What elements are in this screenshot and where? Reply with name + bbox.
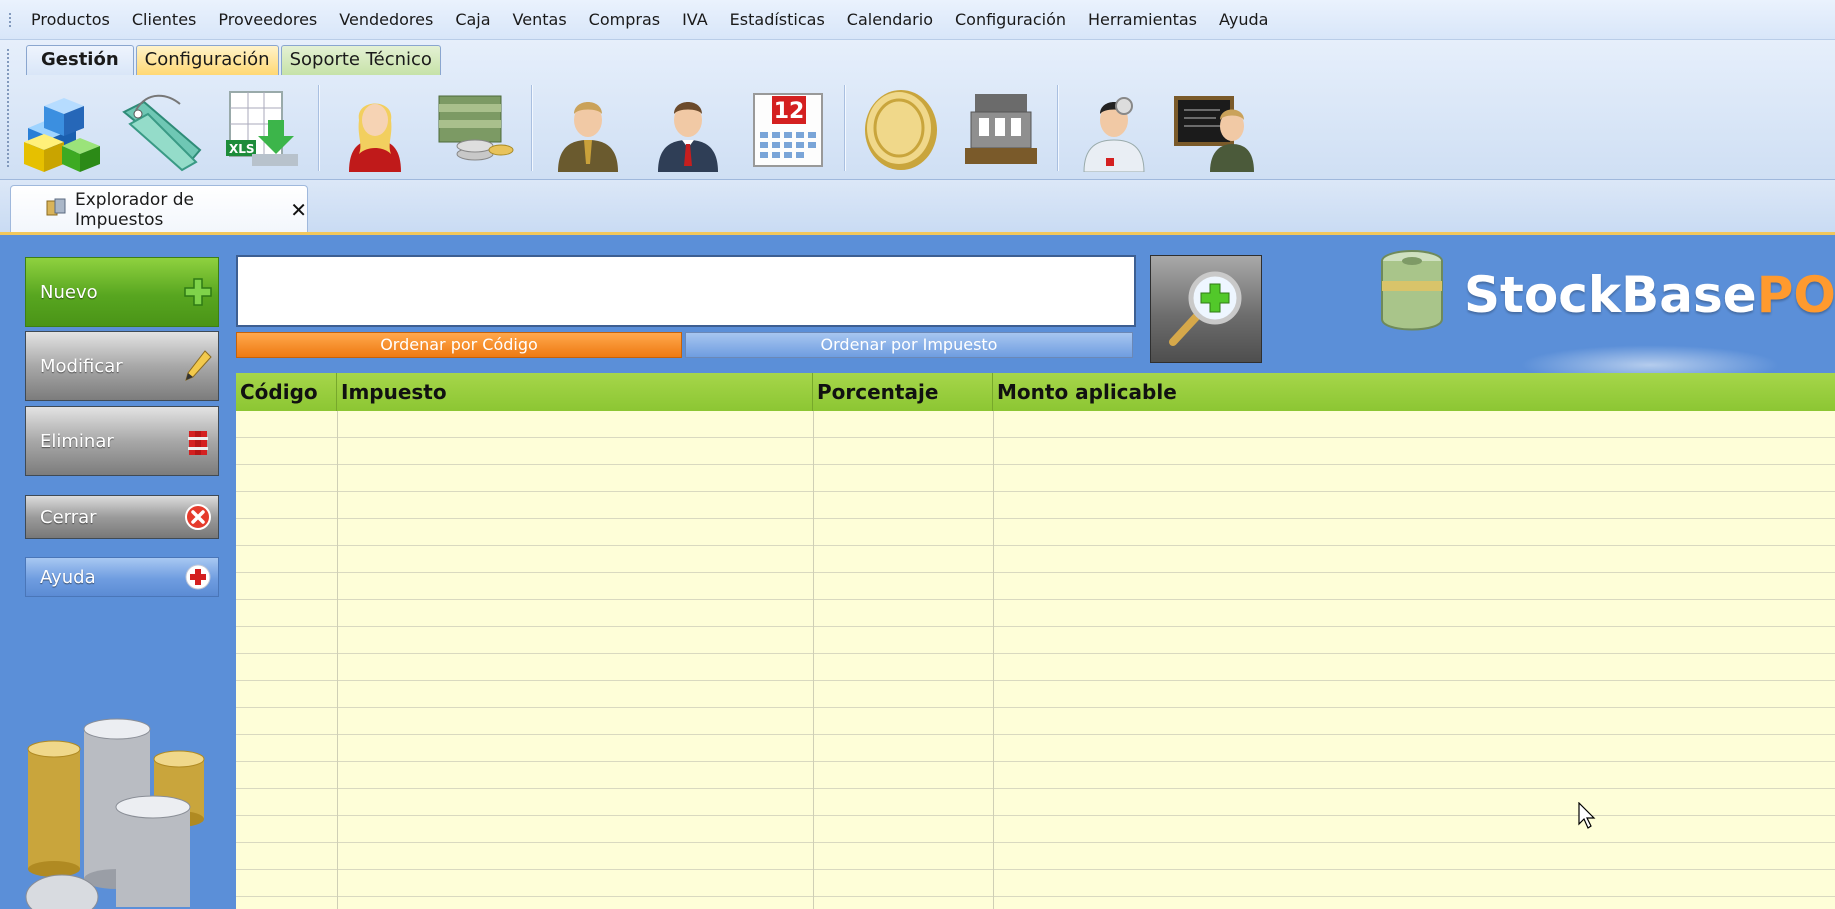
help-cross-icon (178, 563, 218, 591)
menu-clientes[interactable]: Clientes (121, 0, 208, 40)
menu-herramientas[interactable]: Herramientas (1077, 0, 1208, 40)
svg-text:12: 12 (774, 99, 805, 124)
calendar-icon[interactable]: 12 (744, 83, 832, 173)
sort-by-code-button[interactable]: Ordenar por Código (236, 332, 682, 358)
cerrar-button[interactable]: Cerrar (25, 495, 219, 539)
column-divider (337, 411, 338, 909)
seller-man-icon[interactable] (644, 83, 732, 173)
coin-icon[interactable] (857, 83, 945, 173)
column-divider (813, 411, 814, 909)
column-header-monto-aplicable[interactable]: Monto aplicable (993, 373, 1835, 411)
menu-bar: Productos Clientes Proveedores Vendedore… (0, 0, 1835, 40)
menu-caja[interactable]: Caja (444, 0, 501, 40)
customer-woman-icon[interactable] (331, 83, 419, 173)
menu-compras[interactable]: Compras (578, 0, 671, 40)
sort-by-tax-button[interactable]: Ordenar por Impuesto (685, 332, 1133, 358)
money-roll-icon (1376, 247, 1452, 343)
tab-title: Explorador de Impuestos (75, 189, 194, 230)
menu-iva[interactable]: IVA (671, 0, 719, 40)
dynamite-icon (178, 425, 218, 457)
products-cubes-icon[interactable] (18, 83, 106, 173)
menu-productos[interactable]: Productos (20, 0, 121, 40)
menu-ayuda[interactable]: Ayuda (1208, 0, 1279, 40)
ribbon: Gestión Configuración Soporte Técnico XL… (0, 40, 1835, 180)
column-header-codigo[interactable]: Código (236, 373, 337, 411)
vendor-man-icon[interactable] (544, 83, 632, 173)
ayuda-button-label: Ayuda (40, 566, 96, 588)
close-tab-icon[interactable]: ✕ (290, 198, 307, 222)
tax-explorer-panel: Nuevo Modificar Eliminar Cerrar Ayuda Or… (0, 232, 1835, 909)
column-divider (993, 411, 994, 909)
xls-import-icon[interactable]: XLS (218, 83, 306, 173)
ribbon-grip-icon[interactable] (6, 48, 10, 168)
modificar-button[interactable]: Modificar (25, 331, 219, 401)
brand-name-main: StockBase (1464, 266, 1757, 324)
column-header-porcentaje[interactable]: Porcentaje (813, 373, 993, 411)
menu-calendario[interactable]: Calendario (836, 0, 944, 40)
nuevo-button[interactable]: Nuevo (25, 257, 219, 327)
menu-grip-icon[interactable] (8, 11, 12, 28)
ribbon-tabs: Gestión Configuración Soporte Técnico (26, 45, 443, 75)
document-tab-strip: Explorador de Impuestos ✕ (0, 181, 1835, 233)
tab-explorador-de-impuestos[interactable]: Explorador de Impuestos ✕ (10, 185, 308, 233)
menu-vendedores[interactable]: Vendedores (328, 0, 444, 40)
brand-name-suffix: POS (1756, 266, 1835, 324)
tax-explorer-icon (45, 197, 67, 223)
price-tags-icon[interactable] (118, 83, 206, 173)
ribbon-separator (1057, 85, 1058, 171)
eliminar-button[interactable]: Eliminar (25, 406, 219, 476)
mouse-cursor-icon (1578, 801, 1598, 834)
menu-configuracion[interactable]: Configuración (944, 0, 1077, 40)
close-circle-icon (178, 503, 218, 531)
cash-register-icon[interactable] (957, 83, 1045, 173)
nuevo-button-label: Nuevo (40, 281, 98, 303)
coins-stack-icon (24, 715, 224, 909)
brand-logo: StockBasePOS (1376, 247, 1835, 343)
magnifier-plus-icon (1163, 264, 1249, 354)
svg-text:XLS: XLS (229, 142, 255, 156)
table-header: Código Impuesto Porcentaje Monto aplicab… (236, 373, 1835, 411)
menu-proveedores[interactable]: Proveedores (207, 0, 328, 40)
ribbon-tab-configuracion[interactable]: Configuración (135, 45, 279, 75)
ribbon-tab-soporte-tecnico[interactable]: Soporte Técnico (280, 45, 441, 75)
cash-money-icon[interactable] (431, 83, 519, 173)
plus-icon (178, 277, 218, 307)
search-button[interactable] (1150, 255, 1262, 363)
ribbon-separator (531, 85, 532, 171)
menu-ventas[interactable]: Ventas (502, 0, 578, 40)
cerrar-button-label: Cerrar (40, 506, 97, 528)
ayuda-button[interactable]: Ayuda (25, 557, 219, 597)
doctor-support-icon[interactable] (1070, 83, 1158, 173)
teacher-board-icon[interactable] (1170, 83, 1258, 173)
pencil-icon (178, 349, 218, 383)
brand-name: StockBasePOS (1464, 266, 1835, 324)
modificar-button-label: Modificar (40, 355, 123, 377)
menu-estadisticas[interactable]: Estadísticas (719, 0, 836, 40)
ribbon-separator (844, 85, 845, 171)
ribbon-separator (318, 85, 319, 171)
eliminar-button-label: Eliminar (40, 430, 114, 452)
ribbon-tab-gestion[interactable]: Gestión (26, 45, 134, 75)
ribbon-toolbar: XLS 12 (18, 80, 1270, 176)
search-input[interactable] (236, 255, 1136, 327)
column-header-impuesto[interactable]: Impuesto (337, 373, 813, 411)
